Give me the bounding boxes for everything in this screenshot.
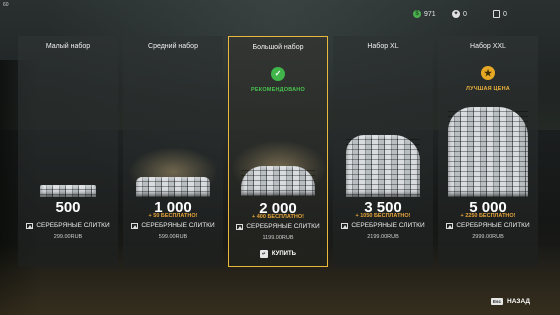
dollar-icon: $ [413,10,421,18]
buy-button[interactable]: ↵ КУПИТЬ [229,250,327,258]
image-icon [236,223,244,230]
currency-label-row: СЕРЕБРЯНЫЕ СЛИТКИ [438,222,538,229]
pack-bonus: + 1050 БЕСПЛАТНО! [355,213,411,219]
pack-title: Средний набор [148,43,198,50]
card-icon [493,10,500,18]
pack-price: 599.00RUB [158,234,188,240]
currency-label: СЕРЕБРЯНЫЕ СЛИТКИ [351,222,425,229]
currency-label: СЕРЕБРЯНЫЕ СЛИТКИ [456,222,530,229]
enter-key-icon: ↵ [260,250,268,258]
silver-pile-image [438,107,538,197]
tokens-value: 0 [463,10,467,18]
pack-title: Набор XXL [470,43,506,50]
token-icon: ✦ [452,10,460,18]
esc-key-icon: Esc [491,298,504,305]
buy-label: КУПИТЬ [271,251,296,257]
checkmark-icon: ✓ [271,67,285,81]
silver-pile-image [333,135,433,197]
pack-title: Набор XL [367,43,399,50]
pack-bonus: + 400 БЕСПЛАТНО! [252,214,304,220]
back-button[interactable]: Esc НАЗАД [491,298,530,305]
credits-balance: $ 971 [413,10,436,18]
fps-counter: 60 [3,2,9,8]
pack-price: 1199.00RUB [262,235,294,241]
star-icon: ★ [481,66,495,80]
pack-title: Большой набор [252,44,304,51]
image-icon [446,222,454,229]
pack-card-xl[interactable]: Набор XL 3 500 + 1050 БЕСПЛАТНО! СЕРЕБРЯ… [333,36,433,267]
pack-card-large[interactable]: ✓ РЕКОМЕНДОВАНО Большой набор 2 000 + 40… [228,36,328,267]
pack-card-small[interactable]: Малый набор 500 СЕРЕБРЯНЫЕ СЛИТКИ 299.00… [18,36,118,267]
pack-title: Малый набор [45,43,91,50]
recommended-badge: РЕКОМЕНДОВАНО [251,87,305,93]
pack-bonus: + 2250 БЕСПЛАТНО! [460,213,516,219]
image-icon [341,222,349,229]
silver-pile-image [229,140,327,196]
silver-pile-image [18,185,118,197]
credits-value: 971 [424,10,436,18]
currency-label-row: СЕРЕБРЯНЫЕ СЛИТКИ [333,222,433,229]
pack-price: 299.00RUB [53,234,83,240]
image-icon [26,222,34,229]
pack-card-xxl[interactable]: ★ ЛУЧШАЯ ЦЕНА Набор XXL 5 000 + 2250 БЕС… [438,36,538,267]
best-price-badge: ЛУЧШАЯ ЦЕНА [466,86,510,92]
pack-price: 2999.00RUB [472,234,504,240]
pack-card-medium[interactable]: Средний набор 1 000 + 50 БЕСПЛАТНО! СЕРЕ… [123,36,223,267]
image-icon [131,222,139,229]
back-label: НАЗАД [507,298,531,305]
currency-label: СЕРЕБРЯНЫЕ СЛИТКИ [36,222,110,229]
currency-label-row: СЕРЕБРЯНЫЕ СЛИТКИ [229,223,327,230]
currency-label-row: СЕРЕБРЯНЫЕ СЛИТКИ [123,222,223,229]
pack-price: 2199.00RUB [367,234,399,240]
silver-pile-image [123,147,223,197]
cards-value: 0 [503,10,507,18]
pack-list: Малый набор 500 СЕРЕБРЯНЫЕ СЛИТКИ 299.00… [18,36,539,267]
pack-amount: 500 [55,199,81,216]
pack-bonus: + 50 БЕСПЛАТНО! [148,213,198,219]
currency-label: СЕРЕБРЯНЫЕ СЛИТКИ [246,223,320,230]
currency-label: СЕРЕБРЯНЫЕ СЛИТКИ [141,222,215,229]
cards-balance: 0 [493,10,507,18]
currency-label-row: СЕРЕБРЯНЫЕ СЛИТКИ [18,222,118,229]
tokens-balance: ✦ 0 [452,10,467,18]
